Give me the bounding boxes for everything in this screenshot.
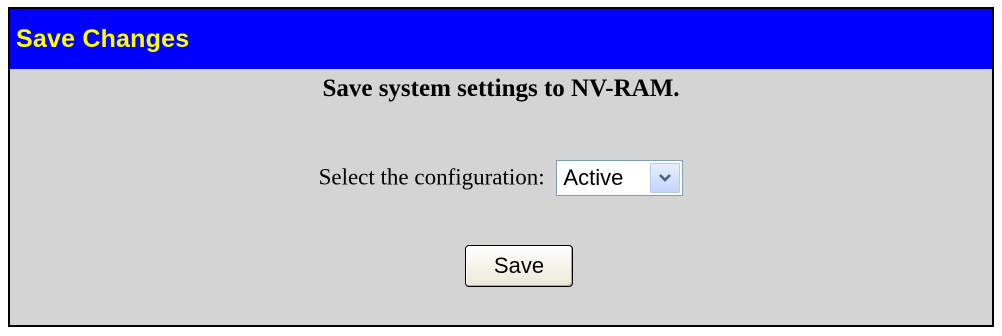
config-select-value: Active	[563, 164, 624, 190]
save-button[interactable]: Save	[465, 245, 573, 287]
config-select[interactable]: Active	[556, 159, 684, 196]
chevron-down-icon[interactable]	[650, 162, 681, 193]
section-heading: Save system settings to NV-RAM.	[322, 75, 680, 102]
title-bar: Save Changes	[10, 9, 992, 69]
save-changes-panel: Save Changes Save system settings to NV-…	[8, 7, 994, 327]
page-title: Save Changes	[16, 25, 190, 53]
config-select-row: Select the configuration: Active	[10, 157, 992, 197]
config-select-label: Select the configuration:	[318, 164, 545, 190]
